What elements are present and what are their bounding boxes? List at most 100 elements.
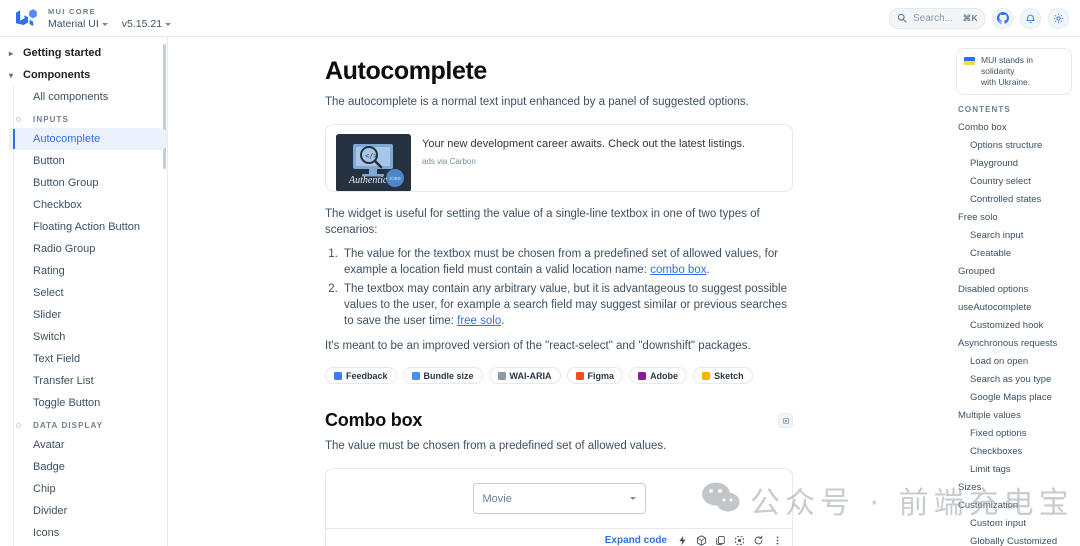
svg-text:Authentic: Authentic <box>348 175 388 186</box>
combo-box-link[interactable]: combo box <box>650 264 706 276</box>
sidebar-item-label: Slider <box>33 309 62 321</box>
sidebar-item-button-group[interactable]: Button Group <box>9 172 167 194</box>
toc-item-load-on-open[interactable]: Load on open <box>956 353 1072 371</box>
sidebar-item-label: Radio Group <box>33 243 96 255</box>
codesandbox-icon[interactable] <box>696 535 707 546</box>
product-selector[interactable]: Material UI <box>48 18 108 30</box>
sidebar-item-badge[interactable]: Badge <box>9 456 167 478</box>
reset-icon[interactable] <box>753 535 764 546</box>
toc-item-options-structure[interactable]: Options structure <box>956 137 1072 155</box>
sidebar-item-components[interactable]: ▾ Components <box>0 64 167 86</box>
section-link-icon[interactable] <box>778 413 793 428</box>
brand-kicker: MUI CORE <box>48 7 96 16</box>
toc-item-useautocomplete[interactable]: useAutocomplete <box>956 299 1072 317</box>
header-actions: Search... ⌘K <box>889 7 1069 29</box>
toc-item-custom-input[interactable]: Custom input <box>956 515 1072 533</box>
toc-item-playground[interactable]: Playground <box>956 155 1072 173</box>
toc-item-checkboxes[interactable]: Checkboxes <box>956 443 1072 461</box>
sidebar-item-label: Select <box>33 287 64 299</box>
chip-feedback[interactable]: Feedback <box>325 367 397 384</box>
search-input[interactable]: Search... ⌘K <box>889 7 985 29</box>
sidebar-label-getting-started: Getting started <box>23 47 102 59</box>
toc-item-free-solo[interactable]: Free solo <box>956 209 1072 227</box>
toc-item-combo-box[interactable]: Combo box <box>956 119 1072 137</box>
chip-wai-aria[interactable]: WAI-ARIA <box>488 367 561 384</box>
sidebar-item-checkbox[interactable]: Checkbox <box>9 194 167 216</box>
more-vertical-icon[interactable] <box>772 535 783 546</box>
sidebar-item-icons[interactable]: Icons <box>9 522 167 544</box>
toc-item-country-select[interactable]: Country select <box>956 173 1072 191</box>
toc-item-globally-customized[interactable]: Globally Customized <box>956 533 1072 546</box>
autocomplete-input-movie[interactable]: Movie <box>472 483 646 514</box>
free-solo-link[interactable]: free solo <box>457 315 501 327</box>
scenario-2-period: . <box>501 315 505 327</box>
mui-logo-icon[interactable] <box>8 9 46 27</box>
sidebar-item-floating-action-button[interactable]: Floating Action Button <box>9 216 167 238</box>
sidebar-group-data-display: DATA DISPLAY <box>9 414 167 434</box>
stackblitz-icon[interactable] <box>734 535 745 546</box>
toc-item-sizes[interactable]: Sizes <box>956 479 1072 497</box>
chevron-down-icon[interactable] <box>629 497 636 500</box>
toc-item-creatable[interactable]: Creatable <box>956 245 1072 263</box>
toc-item-search-as-you-type[interactable]: Search as you type <box>956 371 1072 389</box>
ukraine-solidarity-banner[interactable]: MUI stands in solidarity with Ukraine. <box>956 48 1072 95</box>
carbon-ad[interactable]: </> JOBS Authentic Your new development … <box>325 124 793 192</box>
chip-label: Feedback <box>346 370 388 381</box>
bullet-icon <box>16 423 21 428</box>
sidebar-label-all-components: All components <box>33 91 109 103</box>
intro-paragraph: The widget is useful for setting the val… <box>325 208 760 236</box>
bolt-icon[interactable] <box>677 535 688 546</box>
toc-item-fixed-options[interactable]: Fixed options <box>956 425 1072 443</box>
toc-item-multiple-values[interactable]: Multiple values <box>956 407 1072 425</box>
sidebar-item-all-components[interactable]: All components <box>9 86 167 108</box>
sidebar-item-text-field[interactable]: Text Field <box>9 348 167 370</box>
sidebar-item-toggle-button[interactable]: Toggle Button <box>9 392 167 414</box>
sidebar-item-slider[interactable]: Slider <box>9 304 167 326</box>
settings-gear-icon[interactable] <box>1048 7 1069 29</box>
list-item: The textbox may contain any arbitrary va… <box>341 281 793 329</box>
toc-item-disabled-options[interactable]: Disabled options <box>956 281 1072 299</box>
sidebar-components-tree: All components INPUTS Autocomplete Button B… <box>0 86 167 546</box>
sidebar-item-label: Rating <box>33 265 65 277</box>
sidebar-item-avatar[interactable]: Avatar <box>9 434 167 456</box>
version-selector[interactable]: v5.15.21 <box>122 18 172 30</box>
chip-figma[interactable]: Figma <box>566 367 624 384</box>
copy-icon[interactable] <box>715 535 726 546</box>
sidebar-item-chip[interactable]: Chip <box>9 478 167 500</box>
toc-item-customized-hook[interactable]: Customized hook <box>956 317 1072 335</box>
sidebar-item-getting-started[interactable]: ▸ Getting started <box>0 42 167 64</box>
sidebar-item-select[interactable]: Select <box>9 282 167 304</box>
toc-item-limit-tags[interactable]: Limit tags <box>956 461 1072 479</box>
sidebar-item-rating[interactable]: Rating <box>9 260 167 282</box>
chip-sketch[interactable]: Sketch <box>693 367 753 384</box>
list-item: The value for the textbox must be chosen… <box>341 246 793 278</box>
sidebar-item-autocomplete[interactable]: Autocomplete <box>9 128 167 150</box>
chip-bundle-size[interactable]: Bundle size <box>402 367 483 384</box>
sidebar-item-switch[interactable]: Switch <box>9 326 167 348</box>
toc-item-google-maps-place[interactable]: Google Maps place <box>956 389 1072 407</box>
toc-item-controlled-states[interactable]: Controlled states <box>956 191 1072 209</box>
ad-text: Your new development career awaits. Chec… <box>422 138 746 150</box>
toc-item-asynchronous-requests[interactable]: Asynchronous requests <box>956 335 1072 353</box>
toc-item-grouped[interactable]: Grouped <box>956 263 1072 281</box>
sidebar-item-transfer-list[interactable]: Transfer List <box>9 370 167 392</box>
sidebar-item-radio-group[interactable]: Radio Group <box>9 238 167 260</box>
chip-adobe[interactable]: Adobe <box>629 367 688 384</box>
sidebar-label-components: Components <box>23 69 91 81</box>
chevron-right-icon: ▸ <box>9 48 14 58</box>
sidebar-item-button[interactable]: Button <box>9 150 167 172</box>
section-title: Combo box <box>325 410 423 430</box>
github-icon[interactable] <box>992 7 1013 29</box>
sketch-icon <box>702 371 711 380</box>
expand-code-button[interactable]: Expand code <box>605 535 667 546</box>
toc-item-search-input[interactable]: Search input <box>956 227 1072 245</box>
notifications-bell-icon[interactable] <box>1020 7 1041 29</box>
sidebar-item-divider[interactable]: Divider <box>9 500 167 522</box>
feedback-chat-icon <box>334 371 342 380</box>
toc-item-customization[interactable]: Customization <box>956 497 1072 515</box>
ad-image: </> JOBS Authentic <box>336 134 411 191</box>
sidebar-item-label: Autocomplete <box>33 133 101 145</box>
demo-panel: Movie Expand code <box>325 468 793 546</box>
ad-attribution: ads via Carbon <box>422 157 476 166</box>
chip-label: WAI-ARIA <box>509 370 552 381</box>
